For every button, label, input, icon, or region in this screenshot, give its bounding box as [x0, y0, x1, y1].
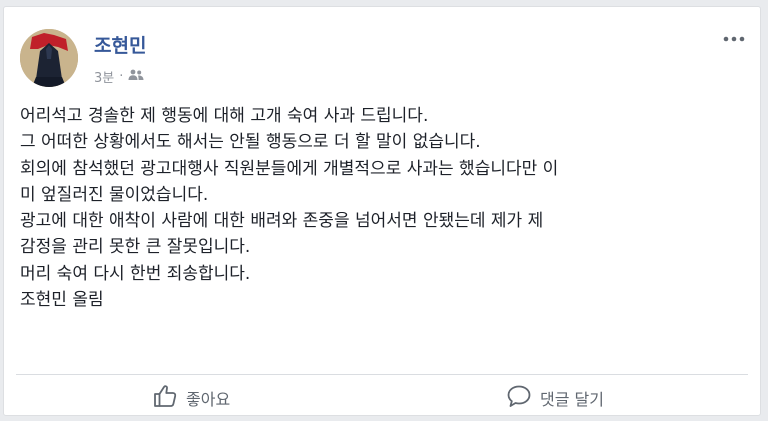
- post-text-line: 어리석고 경솔한 제 행동에 대해 고개 숙여 사과 드립니다.: [20, 106, 429, 126]
- avatar[interactable]: [20, 29, 78, 87]
- post-text-line: 머리 숙여 다시 한번 죄송합니다.: [20, 263, 251, 284]
- post-text-line: 조현민 올림: [20, 290, 104, 311]
- post-text-line: 감정을 관리 못한 큰 잘못입니다.: [20, 237, 251, 258]
- comment-label: 댓글 달기: [540, 390, 604, 409]
- action-bar: 좋아요 댓글 달기: [4, 377, 760, 417]
- author-name[interactable]: 조현민: [94, 31, 146, 58]
- comment-button[interactable]: 댓글 달기: [506, 383, 604, 413]
- post-text-line: 광고에 대한 애착이 사람에 대한 배려와 존중을 넘어서면 안됐는데 제가 제: [20, 211, 544, 232]
- friends-icon[interactable]: [128, 69, 144, 85]
- post-text-line: 미 엎질러진 물이었습니다.: [20, 184, 209, 205]
- post-card: 조현민 3분 · 어리석고 경솔한 제 행동에 대해 고개 숙여 사과 드립니다…: [3, 6, 761, 416]
- like-label: 좋아요: [186, 390, 231, 409]
- like-button[interactable]: 좋아요: [152, 383, 230, 413]
- divider: [16, 374, 748, 375]
- post-timestamp[interactable]: 3분: [94, 67, 114, 86]
- more-options-icon[interactable]: [720, 29, 748, 49]
- post-meta: 3분 ·: [94, 67, 144, 86]
- comment-bubble-icon: [506, 383, 532, 413]
- dot-separator: ·: [119, 69, 124, 84]
- post-body: 어리석고 경솔한 제 행동에 대해 고개 숙여 사과 드립니다. 그 어떠한 상…: [20, 103, 755, 313]
- post-text-line: 그 어떠한 상황에서도 해서는 안될 행동으로 더 할 말이 없습니다.: [20, 132, 481, 153]
- post-text-line: 회의에 참석했던 광고대행사 직원분들에게 개별적으로 사과는 했습니다만 이: [20, 158, 559, 179]
- thumbs-up-icon: [152, 383, 178, 413]
